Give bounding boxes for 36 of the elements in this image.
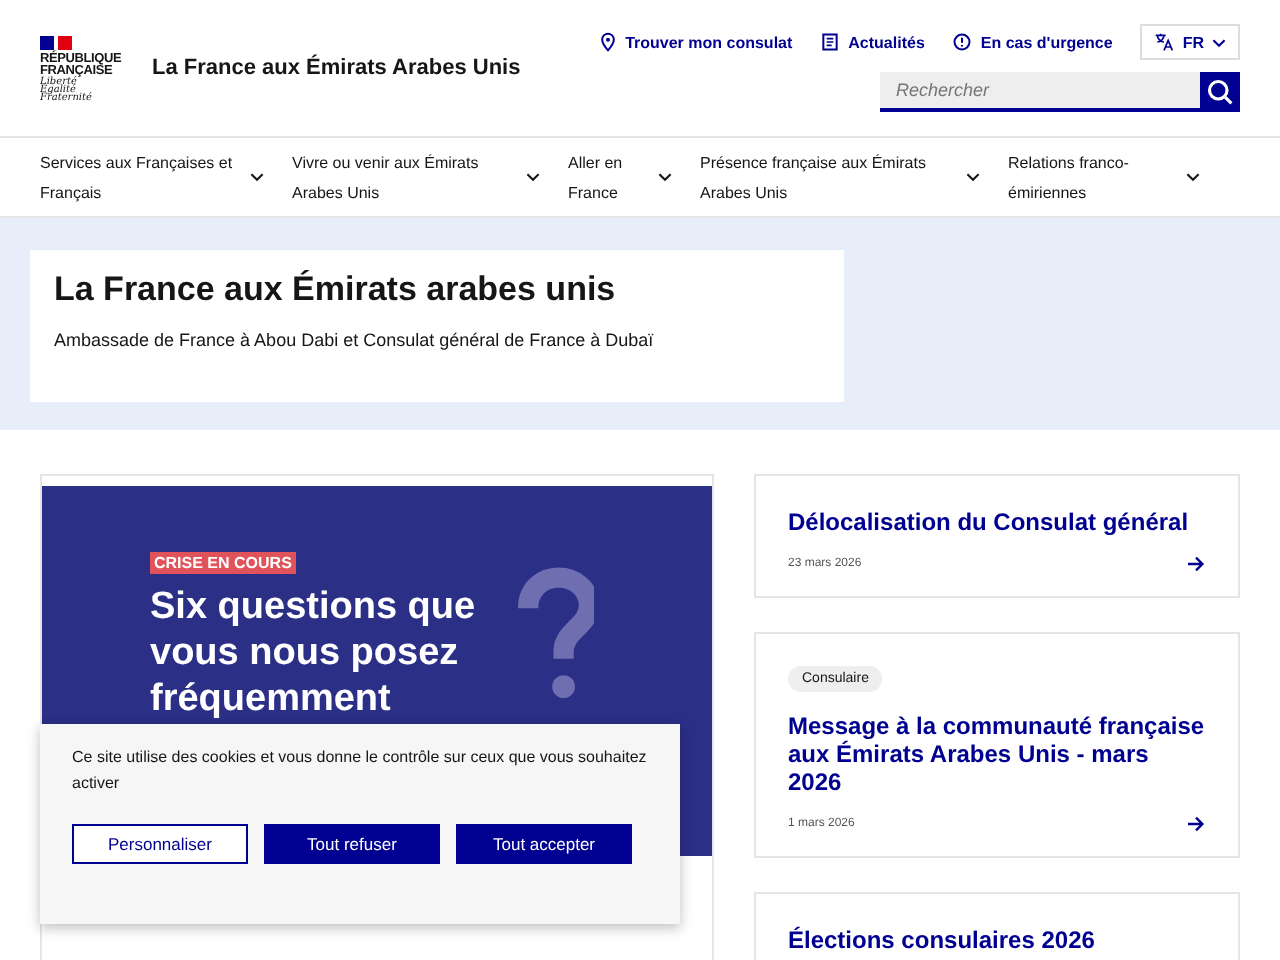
site-title[interactable]: La France aux Émirats Arabes Unis xyxy=(152,56,521,80)
crisis-badge: CRISE EN COURS xyxy=(150,552,296,574)
featured-headline: Six questions que vous nous posez fréquemment xyxy=(150,584,478,722)
search-button[interactable] xyxy=(1200,72,1240,112)
nav-menu-item[interactable]: Présence française aux Émirats Arabes Unis xyxy=(700,147,980,207)
nav-menu-item[interactable]: Services aux Françaises et Français xyxy=(40,147,264,207)
page-title: La France aux Émirats arabes unis xyxy=(54,270,618,310)
quick-link[interactable]: Trouver mon consulat xyxy=(597,32,793,52)
chevron-down-icon xyxy=(526,172,540,182)
map-pin-icon xyxy=(597,32,618,52)
chevron-down-icon xyxy=(658,172,672,182)
newspaper-icon xyxy=(820,32,841,52)
page-subtitle: Ambassade de France à Abou Dabi et Consulat général de France à Dubaï xyxy=(54,330,656,350)
news-card[interactable]: Élections consulaires 2026 xyxy=(754,892,1240,960)
chevron-down-icon xyxy=(966,172,980,182)
nav-menu-item[interactable]: Aller en France xyxy=(568,147,672,207)
alert-icon xyxy=(952,32,973,52)
cookie-message: Ce site utilise des cookies et vous donne le contrôle sur ceux que vous souhaitez activer xyxy=(72,746,648,796)
quick-link[interactable]: Actualités xyxy=(820,32,925,52)
quick-link[interactable]: En cas d'urgence xyxy=(952,32,1113,52)
arrow-right-icon xyxy=(1186,816,1206,832)
translate-icon xyxy=(1154,32,1175,52)
news-title: Délocalisation du Consulat général xyxy=(788,508,1189,536)
cookie-button[interactable]: Personnaliser xyxy=(72,824,248,864)
nav-menu-item[interactable]: Vivre ou venir aux Émirats Arabes Unis xyxy=(292,147,540,207)
language-selector[interactable]: FR xyxy=(1140,24,1240,60)
nav-menu-item[interactable]: Relations franco-émiriennes xyxy=(1008,147,1200,207)
chevron-down-icon xyxy=(250,172,264,182)
cookie-button[interactable]: Tout refuser xyxy=(264,824,440,864)
news-title: Élections consulaires 2026 xyxy=(788,926,1095,954)
chevron-down-icon xyxy=(1186,172,1200,182)
arrow-right-icon xyxy=(1186,556,1206,572)
chevron-down-icon xyxy=(1212,37,1226,47)
news-title: Message à la communauté française aux Émirats Arabes Unis - mars 2026 xyxy=(788,712,1206,796)
cookie-button[interactable]: Tout accepter xyxy=(456,824,632,864)
search-field[interactable]: Rechercher xyxy=(880,72,1200,112)
